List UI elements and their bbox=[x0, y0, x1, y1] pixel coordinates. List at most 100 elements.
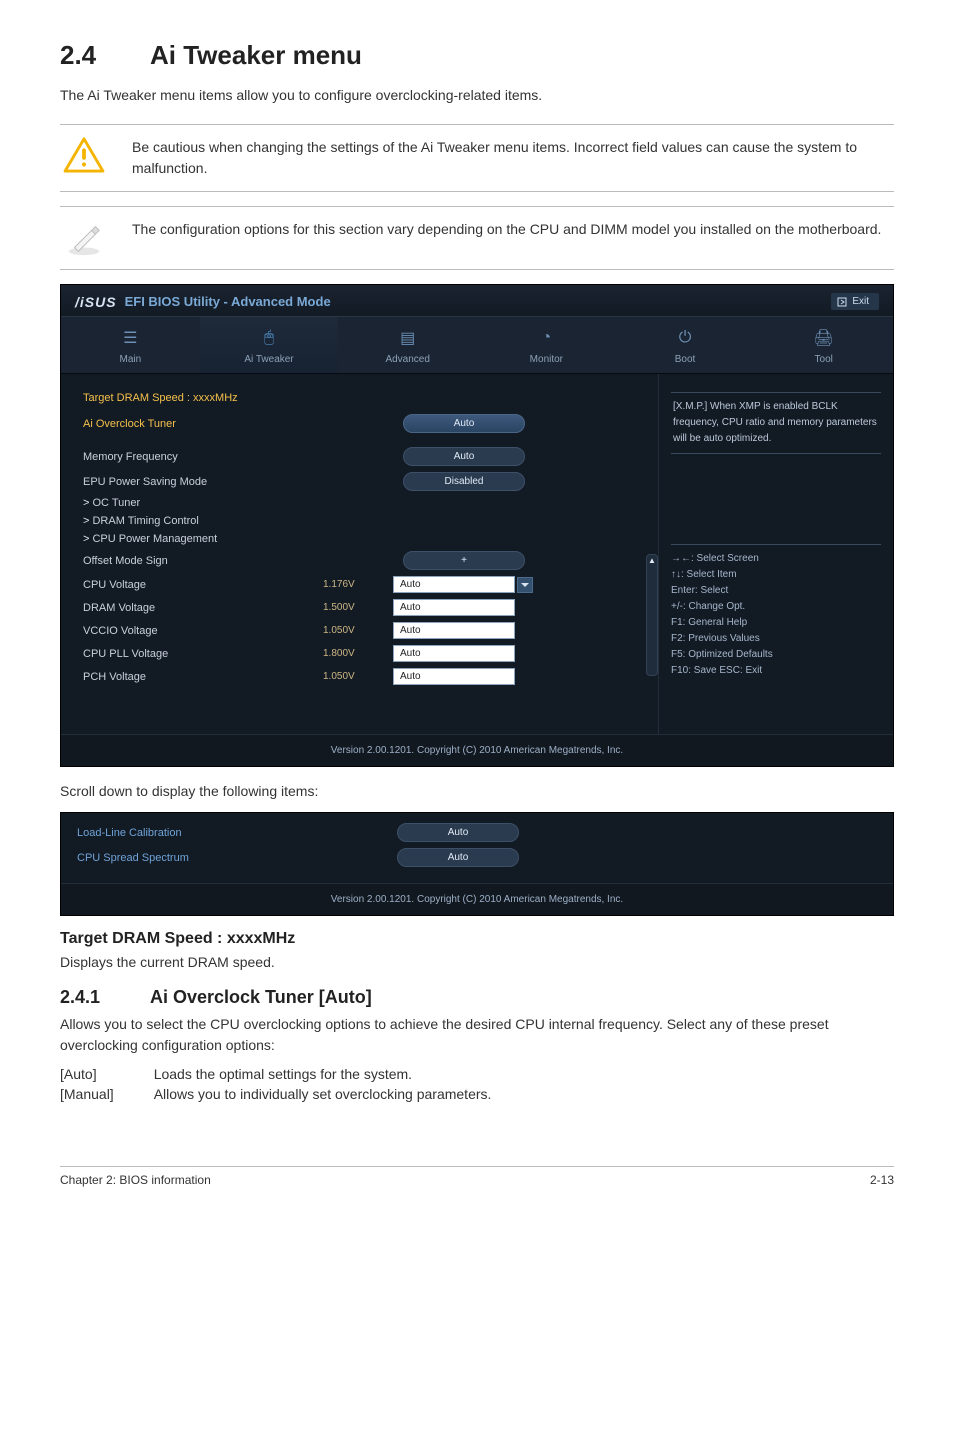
scroll-hint: Scroll down to display the following ite… bbox=[60, 781, 894, 802]
warning-text: Be cautious when changing the settings o… bbox=[132, 137, 894, 179]
bios-title-text: EFI BIOS Utility - Advanced Mode bbox=[125, 294, 331, 309]
dram-voltage-value: 1.500V bbox=[323, 602, 393, 613]
bios-footer: Version 2.00.1201. Copyright (C) 2010 Am… bbox=[61, 734, 893, 766]
page-footer: Chapter 2: BIOS information 2-13 bbox=[60, 1166, 894, 1187]
ai-overclock-value[interactable]: Auto bbox=[403, 414, 525, 433]
cpu-pll-voltage-value: 1.800V bbox=[323, 648, 393, 659]
cpu-pll-voltage-input[interactable]: Auto bbox=[393, 645, 515, 662]
chip-icon: ▤ bbox=[338, 327, 477, 349]
memory-frequency-row[interactable]: Memory Frequency Auto bbox=[83, 447, 642, 466]
dram-timing-submenu[interactable]: DRAM Timing Control bbox=[83, 515, 642, 527]
scroll-up-icon[interactable]: ▲ bbox=[647, 555, 657, 566]
cpu-pll-voltage-row: CPU PLL Voltage 1.800V Auto bbox=[83, 645, 642, 662]
dram-voltage-input[interactable]: Auto bbox=[393, 599, 515, 616]
bios-footer-2: Version 2.00.1201. Copyright (C) 2010 Am… bbox=[61, 883, 893, 915]
exit-icon bbox=[837, 297, 847, 307]
tool-icon: 🖨 bbox=[754, 327, 893, 349]
footer-left: Chapter 2: BIOS information bbox=[60, 1173, 211, 1187]
heading-number: 2.4 bbox=[60, 40, 150, 71]
section-241-title: Ai Overclock Tuner [Auto] bbox=[150, 987, 372, 1007]
bios-key-help: →←: Select Screen ↑↓: Select Item Enter:… bbox=[671, 544, 881, 679]
epu-label: EPU Power Saving Mode bbox=[83, 476, 403, 488]
key-select-item: ↑↓: Select Item bbox=[671, 567, 881, 583]
tab-monitor[interactable]: ◔Monitor bbox=[477, 317, 616, 373]
pch-voltage-value: 1.050V bbox=[323, 671, 393, 682]
vccio-voltage-value: 1.050V bbox=[323, 625, 393, 636]
key-select-screen: →←: Select Screen bbox=[671, 551, 881, 567]
epu-value[interactable]: Disabled bbox=[403, 472, 525, 491]
cpu-spread-spectrum-row[interactable]: CPU Spread Spectrum Auto bbox=[77, 848, 877, 867]
gauge-icon: ◔ bbox=[477, 327, 616, 349]
ai-overclock-label: Ai Overclock Tuner bbox=[83, 418, 403, 430]
option-list: [Auto] Loads the optimal settings for th… bbox=[60, 1066, 491, 1106]
tab-main[interactable]: ☰Main bbox=[61, 317, 200, 373]
ai-overclock-tuner-row[interactable]: Ai Overclock Tuner Auto bbox=[83, 414, 642, 433]
scrollbar[interactable]: ▲ bbox=[646, 554, 658, 676]
pch-voltage-label: PCH Voltage bbox=[83, 671, 323, 683]
llc-value[interactable]: Auto bbox=[397, 823, 519, 842]
memory-frequency-value[interactable]: Auto bbox=[403, 447, 525, 466]
asus-logo: /iSUS bbox=[75, 294, 117, 310]
key-enter: Enter: Select bbox=[671, 583, 881, 599]
tab-ai-tweaker[interactable]: 🖱Ai Tweaker bbox=[200, 317, 339, 373]
target-dram-speed: Target DRAM Speed : xxxxMHz bbox=[83, 392, 642, 404]
section-241-body: Allows you to select the CPU overclockin… bbox=[60, 1014, 894, 1056]
llc-label: Load-Line Calibration bbox=[77, 827, 397, 839]
warning-icon bbox=[60, 137, 108, 173]
mouse-icon: 🖱 bbox=[200, 327, 339, 349]
opt-manual-val: Allows you to individually set overclock… bbox=[154, 1086, 492, 1106]
vccio-voltage-input[interactable]: Auto bbox=[393, 622, 515, 639]
load-line-calibration-row[interactable]: Load-Line Calibration Auto bbox=[77, 823, 877, 842]
section-241-num: 2.4.1 bbox=[60, 987, 150, 1008]
exit-label: Exit bbox=[852, 296, 869, 307]
info-note: The configuration options for this secti… bbox=[60, 206, 894, 270]
offset-mode-label: Offset Mode Sign bbox=[83, 555, 403, 567]
vccio-voltage-label: VCCIO Voltage bbox=[83, 625, 323, 637]
cpu-voltage-label: CPU Voltage bbox=[83, 579, 323, 591]
bios-screenshot-scroll: Load-Line Calibration Auto CPU Spread Sp… bbox=[60, 812, 894, 916]
dram-voltage-label: DRAM Voltage bbox=[83, 602, 323, 614]
pen-icon bbox=[60, 219, 108, 257]
spread-value[interactable]: Auto bbox=[397, 848, 519, 867]
memory-frequency-label: Memory Frequency bbox=[83, 451, 403, 463]
opt-auto-key: [Auto] bbox=[60, 1066, 154, 1086]
pch-voltage-input[interactable]: Auto bbox=[393, 668, 515, 685]
cpu-voltage-row: CPU Voltage 1.176V Auto bbox=[83, 576, 642, 593]
info-text: The configuration options for this secti… bbox=[132, 219, 894, 240]
oc-tuner-submenu[interactable]: OC Tuner bbox=[83, 497, 642, 509]
target-dram-heading: Target DRAM Speed : xxxxMHz bbox=[60, 930, 894, 948]
intro-text: The Ai Tweaker menu items allow you to c… bbox=[60, 85, 894, 106]
tab-boot[interactable]: ⏻Boot bbox=[616, 317, 755, 373]
exit-button[interactable]: Exit bbox=[831, 293, 879, 310]
tab-advanced[interactable]: ▤Advanced bbox=[338, 317, 477, 373]
warning-note: Be cautious when changing the settings o… bbox=[60, 124, 894, 192]
tab-tool[interactable]: 🖨Tool bbox=[754, 317, 893, 373]
key-general-help: F1: General Help bbox=[671, 615, 881, 631]
cpu-pll-voltage-label: CPU PLL Voltage bbox=[83, 648, 323, 660]
bios-tabs: ☰Main 🖱Ai Tweaker ▤Advanced ◔Monitor ⏻Bo… bbox=[61, 317, 893, 374]
power-icon: ⏻ bbox=[616, 327, 755, 349]
epu-row[interactable]: EPU Power Saving Mode Disabled bbox=[83, 472, 642, 491]
vccio-voltage-row: VCCIO Voltage 1.050V Auto bbox=[83, 622, 642, 639]
key-previous-values: F2: Previous Values bbox=[671, 631, 881, 647]
key-optimized-defaults: F5: Optimized Defaults bbox=[671, 647, 881, 663]
list-icon: ☰ bbox=[61, 327, 200, 349]
key-change-opt: +/-: Change Opt. bbox=[671, 599, 881, 615]
dram-voltage-row: DRAM Voltage 1.500V Auto bbox=[83, 599, 642, 616]
heading-title: Ai Tweaker menu bbox=[150, 40, 362, 70]
bios-hint: [X.M.P.] When XMP is enabled BCLK freque… bbox=[671, 392, 881, 454]
footer-right: 2-13 bbox=[870, 1173, 894, 1187]
page-heading: 2.4Ai Tweaker menu bbox=[60, 40, 894, 71]
offset-mode-value[interactable]: + bbox=[403, 551, 525, 570]
cpu-voltage-value: 1.176V bbox=[323, 579, 393, 590]
bios-title: /iSUS EFI BIOS Utility - Advanced Mode bbox=[75, 294, 331, 310]
cpu-power-mgmt-submenu[interactable]: CPU Power Management bbox=[83, 533, 642, 545]
pch-voltage-row: PCH Voltage 1.050V Auto bbox=[83, 668, 642, 685]
bios-screenshot-main: /iSUS EFI BIOS Utility - Advanced Mode E… bbox=[60, 284, 894, 767]
target-dram-body: Displays the current DRAM speed. bbox=[60, 952, 894, 973]
cpu-voltage-input[interactable]: Auto bbox=[393, 576, 515, 593]
offset-mode-row[interactable]: Offset Mode Sign + bbox=[83, 551, 642, 570]
key-save-exit: F10: Save ESC: Exit bbox=[671, 663, 881, 679]
section-241-heading: 2.4.1Ai Overclock Tuner [Auto] bbox=[60, 987, 894, 1008]
dropdown-icon[interactable] bbox=[517, 577, 533, 593]
